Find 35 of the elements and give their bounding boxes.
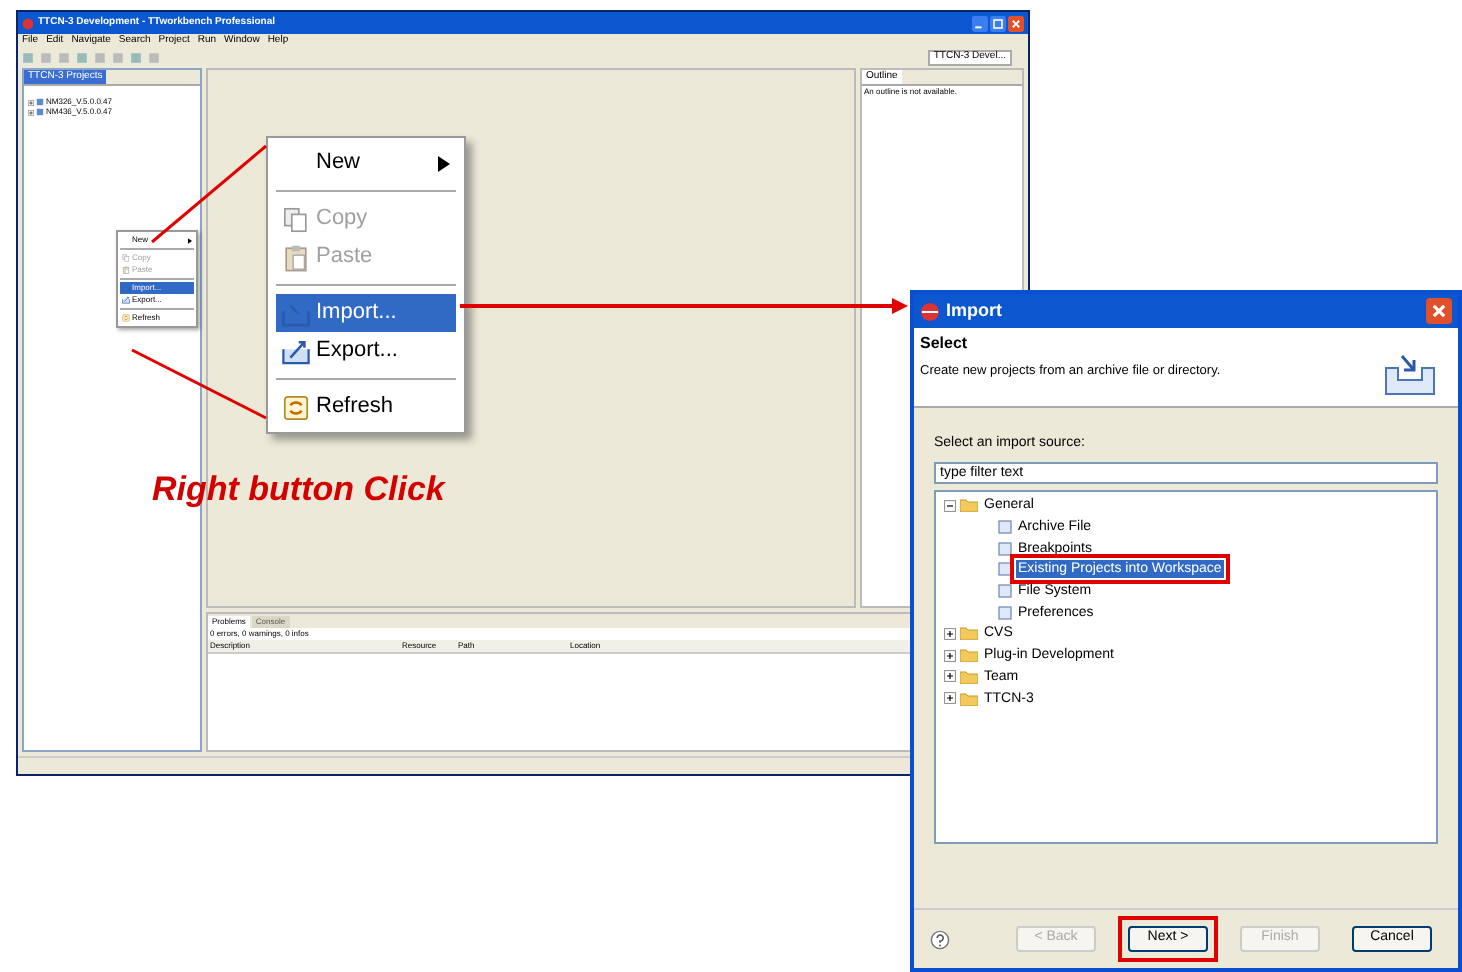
menu-item[interactable]: Refresh	[276, 388, 456, 426]
expand-icon	[28, 99, 34, 105]
clipboard-icon	[282, 243, 310, 271]
menu-item[interactable]: Import...	[276, 294, 456, 332]
close-icon	[1426, 298, 1452, 324]
tray-icon	[122, 284, 130, 292]
copy-icon	[282, 205, 310, 233]
app-icon	[920, 301, 940, 321]
expand-icon	[28, 109, 34, 115]
expand-icon[interactable]	[944, 649, 956, 662]
expand-icon[interactable]	[944, 692, 956, 705]
copy-icon	[122, 254, 130, 262]
menu-item[interactable]: New	[276, 144, 456, 182]
import-icon	[1384, 352, 1436, 396]
close-icon	[1008, 15, 1024, 31]
refresh-icon	[282, 393, 310, 421]
leader-line	[151, 144, 267, 244]
menu-item[interactable]: Export...	[276, 332, 456, 370]
maximize-icon	[990, 15, 1006, 31]
dialog-heading: Select	[920, 332, 970, 356]
help-icon	[930, 929, 950, 949]
expand-icon[interactable]	[944, 627, 956, 640]
caption: Right button Click	[152, 468, 445, 512]
clipboard-icon	[122, 266, 130, 274]
dialog-title: Import	[946, 297, 1002, 324]
minimize-icon	[972, 15, 988, 31]
export-icon	[282, 337, 310, 365]
tray-icon	[282, 299, 310, 327]
folder-icon	[960, 498, 978, 513]
app-icon	[22, 17, 34, 29]
refresh-icon	[122, 314, 130, 322]
export-icon	[122, 296, 130, 304]
collapse-icon[interactable]	[944, 499, 956, 512]
leader-line	[131, 348, 267, 420]
expand-icon[interactable]	[944, 670, 956, 683]
